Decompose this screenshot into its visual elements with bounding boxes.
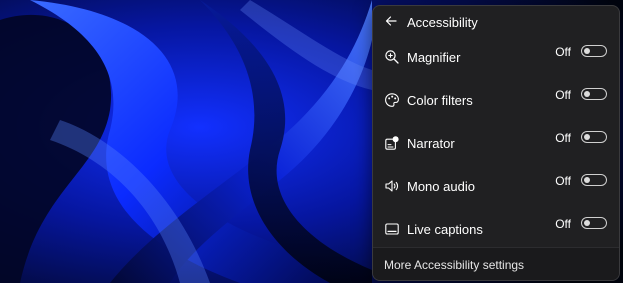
mono-audio-icon [384, 178, 400, 194]
toggle-knob [584, 133, 590, 140]
panel-footer: More Accessibility settings [373, 247, 619, 280]
mono-audio-label: Mono audio [407, 179, 475, 194]
arrow-left-icon [385, 14, 397, 32]
magnifier-zoom-icon [384, 49, 400, 65]
toggle-knob [584, 47, 590, 54]
magnifier-state: Off [555, 45, 571, 59]
narrator-row: Narrator Off [373, 123, 619, 163]
color-filters-row: Color filters Off [373, 80, 619, 120]
panel-header: Accessibility [373, 6, 619, 40]
color-filters-toggle[interactable] [581, 88, 607, 100]
narrator-label: Narrator [407, 136, 455, 151]
magnifier-row: Magnifier Off [373, 37, 619, 77]
narrator-icon [384, 135, 400, 151]
narrator-toggle[interactable] [581, 131, 607, 143]
more-accessibility-settings-link[interactable]: More Accessibility settings [384, 258, 524, 272]
accessibility-quick-settings-panel: Accessibility Magnifier Off Color filter… [372, 5, 620, 281]
toggle-knob [584, 219, 590, 226]
toggle-knob [584, 90, 590, 97]
live-captions-row: Live captions Off [373, 209, 619, 249]
mono-audio-toggle[interactable] [581, 174, 607, 186]
panel-title: Accessibility [407, 15, 478, 30]
color-filters-state: Off [555, 88, 571, 102]
live-captions-state: Off [555, 217, 571, 231]
live-captions-label: Live captions [407, 222, 483, 237]
magnifier-label: Magnifier [407, 50, 461, 65]
magnifier-toggle[interactable] [581, 45, 607, 57]
toggle-knob [584, 176, 590, 183]
color-filters-icon [384, 92, 400, 108]
live-captions-icon [384, 221, 400, 237]
desktop-screen: Accessibility Magnifier Off Color filter… [0, 0, 623, 283]
live-captions-toggle[interactable] [581, 217, 607, 229]
color-filters-label: Color filters [407, 93, 473, 108]
back-button[interactable] [381, 13, 401, 33]
mono-audio-row: Mono audio Off [373, 166, 619, 206]
narrator-state: Off [555, 131, 571, 145]
mono-audio-state: Off [555, 174, 571, 188]
